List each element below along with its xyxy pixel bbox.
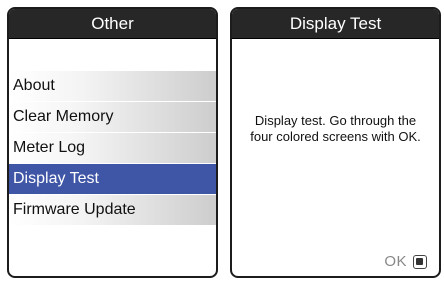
instruction-line-1: Display test. Go through the — [254, 113, 417, 128]
screen-other-menu: Other About Clear Memory Meter Log Displ… — [7, 7, 218, 278]
ok-softkey[interactable]: OK — [384, 253, 427, 270]
menu-item-meter-log[interactable]: Meter Log — [9, 133, 216, 163]
screen-title: Other — [9, 9, 216, 39]
menu-item-about[interactable]: About — [9, 71, 216, 101]
menu-item-firmware-update[interactable]: Firmware Update — [9, 195, 216, 225]
instruction-line-2: four colored screens with OK. — [250, 129, 421, 144]
ok-button-icon — [413, 254, 427, 269]
menu-list: About Clear Memory Meter Log Display Tes… — [9, 71, 216, 226]
ok-softkey-label: OK — [384, 253, 407, 270]
screen-title: Display Test — [232, 9, 439, 39]
instruction-message: Display test. Go through the four colore… — [232, 113, 439, 145]
menu-item-display-test[interactable]: Display Test — [9, 164, 216, 194]
menu-item-clear-memory[interactable]: Clear Memory — [9, 102, 216, 132]
screen-display-test: Display Test Display test. Go through th… — [230, 7, 441, 278]
